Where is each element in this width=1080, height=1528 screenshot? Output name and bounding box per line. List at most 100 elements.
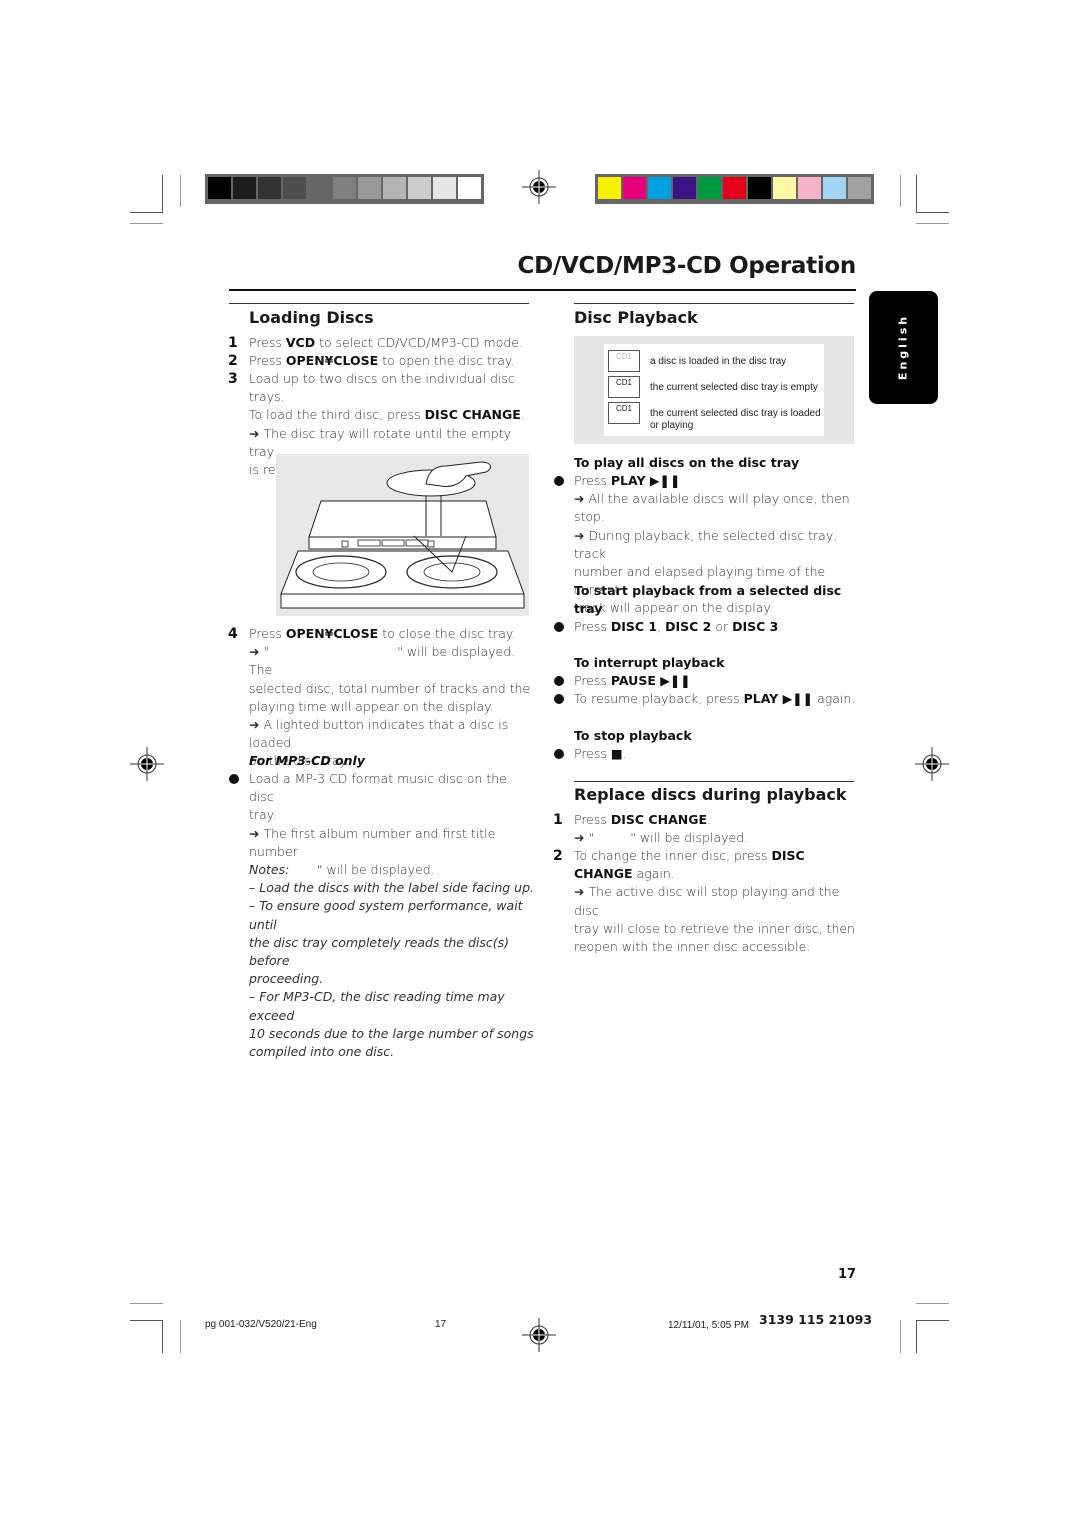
bullet-icon	[554, 622, 564, 632]
step-number: 4	[228, 626, 238, 642]
bullet-icon	[554, 476, 564, 486]
arrow-icon: ➜	[249, 825, 264, 841]
color-swatch	[673, 177, 696, 199]
crop-mark	[916, 212, 949, 213]
crop-mark	[130, 223, 163, 224]
language-tab: English	[869, 291, 938, 404]
mp3-only-heading: For MP3-CD only	[249, 753, 365, 768]
color-swatch	[433, 177, 456, 199]
color-swatch	[748, 177, 771, 199]
title-divider	[229, 289, 856, 291]
step-number: 3	[228, 371, 238, 387]
arrow-icon: ➜	[249, 717, 264, 733]
crop-mark	[130, 1303, 163, 1304]
color-calibration-bar	[595, 174, 874, 204]
replace-step-2: To change the inner disc, press DISC CHA…	[574, 848, 855, 955]
section-divider	[574, 781, 854, 782]
grayscale-calibration-bar	[205, 174, 484, 204]
footer-code: 3139 115 21093	[759, 1312, 873, 1327]
arrow-icon: ➜	[249, 425, 264, 441]
arrow-icon: ➜	[574, 527, 589, 543]
step-number: 2	[553, 848, 563, 864]
arrow-icon: ➜	[574, 830, 589, 846]
section-heading-replace-discs: Replace discs during playback	[574, 785, 847, 804]
crop-mark	[916, 1303, 949, 1304]
crop-mark	[180, 175, 181, 207]
section-divider	[229, 303, 529, 304]
crop-mark	[130, 212, 163, 213]
color-swatch	[623, 177, 646, 199]
replace-step-1: Press DISC CHANGE. ➜ " " will be displaye…	[574, 812, 749, 846]
key-disc-3: DISC 3	[732, 619, 779, 634]
registration-mark-icon	[130, 747, 164, 781]
interrupt-heading: To interrupt playback	[574, 655, 725, 670]
color-swatch	[408, 177, 431, 199]
color-swatch	[233, 177, 256, 199]
step-4-text: Press OPEN¥CLOSE to close the disc tray.…	[249, 626, 531, 769]
resume-instruction: To resume playback, press PLAY ▶❚❚ again…	[574, 691, 856, 706]
step-1-text: Press VCD to select CD/VCD/MP3-CD mode.	[249, 335, 523, 350]
key-play: PLAY ▶❚❚	[743, 691, 814, 706]
bullet-icon	[554, 676, 564, 686]
footer-date: 12/11/01, 5:05 PM	[668, 1320, 749, 1331]
step-2-text: Press OPEN¥CLOSE to open the disc tray.	[249, 353, 515, 368]
color-swatch	[208, 177, 231, 199]
crop-mark	[900, 175, 901, 207]
footer-page: 17	[435, 1319, 447, 1330]
registration-mark-icon	[915, 747, 949, 781]
color-swatch	[648, 177, 671, 199]
key-open-close: OPEN¥CLOSE	[285, 626, 379, 641]
play-all-heading: To play all discs on the disc tray	[574, 455, 800, 470]
key-vcd: VCD	[285, 335, 316, 350]
crop-mark	[900, 1320, 901, 1353]
tray-playing-icon: CD1	[608, 402, 640, 424]
language-tab-label: English	[896, 313, 910, 381]
color-swatch	[258, 177, 281, 199]
crop-mark	[916, 1320, 917, 1353]
section-divider	[574, 303, 854, 304]
color-swatch	[358, 177, 381, 199]
color-swatch	[598, 177, 621, 199]
disc-tray-illustration	[276, 454, 529, 616]
arrow-icon: ➜	[249, 644, 264, 660]
crop-mark	[162, 1320, 163, 1353]
bullet-icon	[554, 694, 564, 704]
arrow-icon: ➜	[574, 491, 589, 507]
interrupt-instruction: Press PAUSE ▶❚❚	[574, 673, 691, 688]
registration-mark-icon	[522, 170, 556, 204]
key-open-close: OPEN¥CLOSE	[285, 353, 379, 368]
stop-instruction: Press ■.	[574, 746, 627, 761]
key-disc-2: DISC 2	[665, 619, 712, 634]
footer-file-name: pg 001-032/V520/21-Eng	[205, 1319, 317, 1330]
crop-mark	[130, 1320, 163, 1321]
step-number: 1	[553, 812, 563, 828]
arrow-icon: ➜	[574, 884, 589, 900]
section-heading-disc-playback: Disc Playback	[574, 308, 698, 327]
color-swatch	[848, 177, 871, 199]
key-disc-change: DISC CHANGE	[610, 812, 707, 827]
cd-player-drawing	[280, 461, 525, 609]
key-play: PLAY ▶❚❚	[610, 473, 681, 488]
color-swatch	[723, 177, 746, 199]
page-number: 17	[838, 1267, 857, 1282]
crop-mark	[916, 223, 949, 224]
key-disc-1: DISC 1	[610, 619, 658, 634]
color-swatch	[798, 177, 821, 199]
key-pause: PAUSE ▶❚❚	[610, 673, 691, 688]
color-swatch	[823, 177, 846, 199]
notes: Notes: – Load the discs with the label s…	[249, 862, 535, 1060]
color-swatch	[308, 177, 331, 199]
start-selected-instructions: Press DISC 1, DISC 2 or DISC 3.	[574, 619, 783, 634]
key-disc-change: DISC CHANGE	[424, 407, 521, 423]
page-title: CD/VCD/MP3-CD Operation	[517, 253, 857, 279]
color-swatch	[333, 177, 356, 199]
display-icon-legend: CD1 a disc is loaded in the disc tray CD…	[574, 336, 854, 444]
color-swatch	[383, 177, 406, 199]
crop-mark	[916, 175, 917, 213]
section-heading-loading-discs: Loading Discs	[249, 308, 374, 327]
stop-icon: ■	[610, 746, 623, 761]
registration-mark-icon	[522, 1318, 556, 1352]
color-swatch	[698, 177, 721, 199]
start-selected-heading: To start playback from a selected disc t…	[574, 583, 842, 616]
tray-empty-icon: CD1	[608, 376, 640, 398]
